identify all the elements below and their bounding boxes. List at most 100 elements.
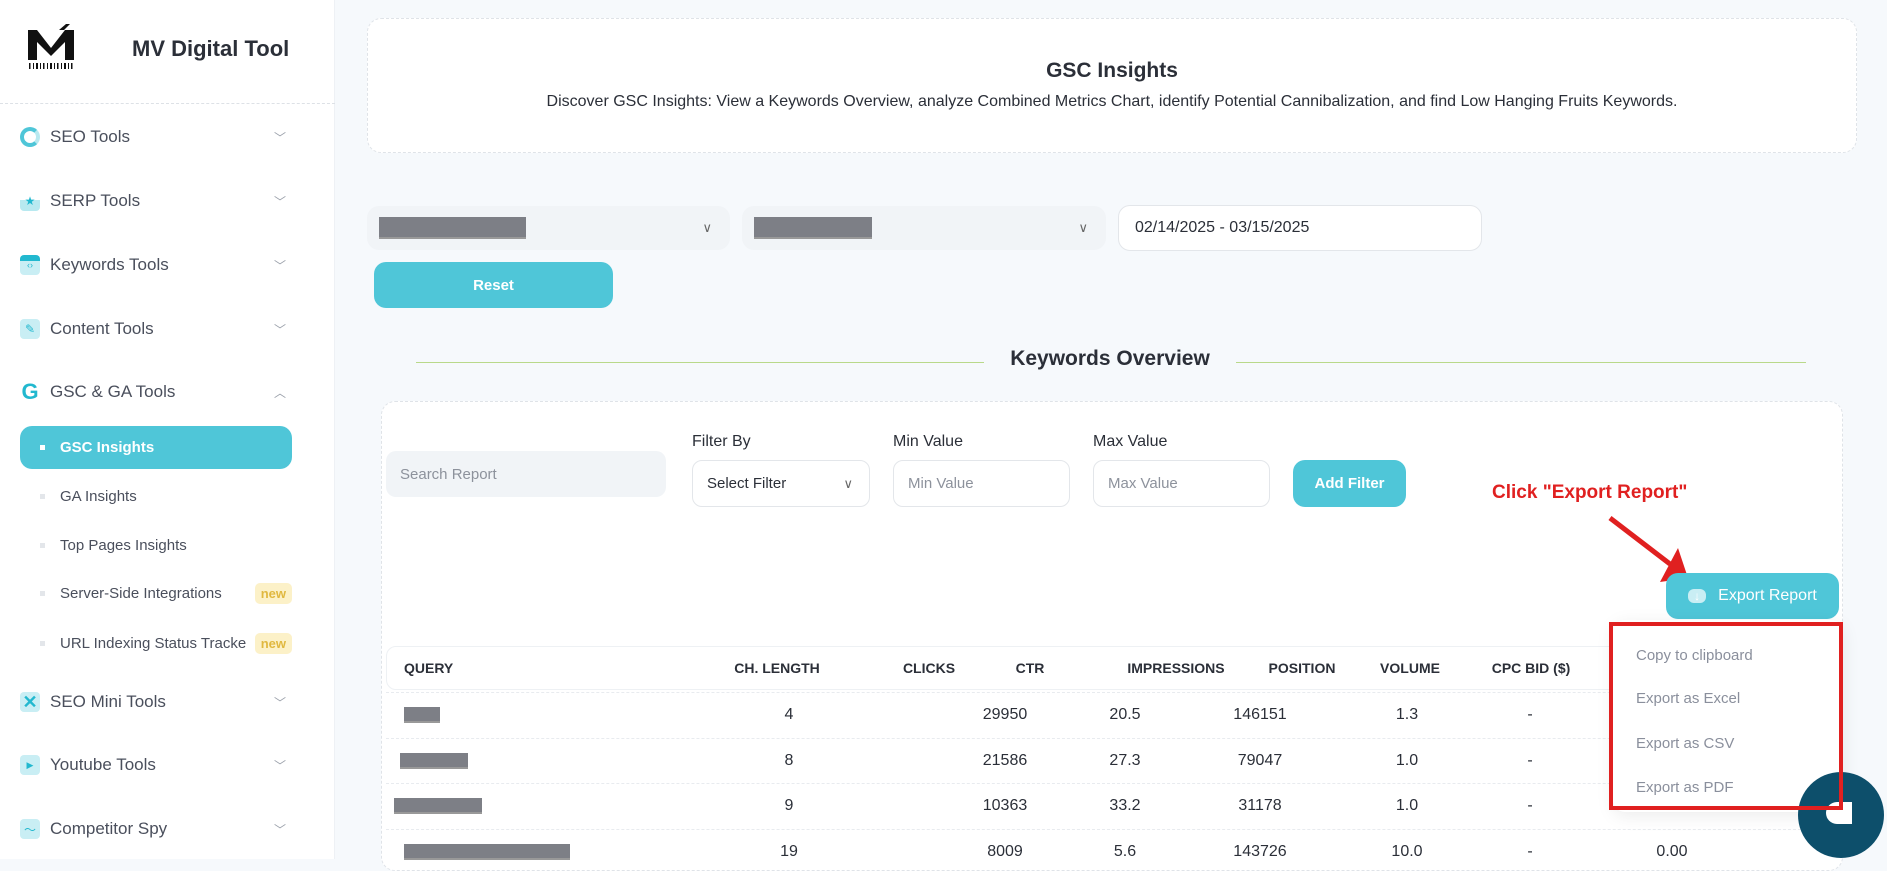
sidebar-item-gsc-ga-tools[interactable]: G GSC & GA Tools ︿ [20,372,292,412]
table-cell: 1.0 [1395,797,1419,814]
nav-label: GSC & GA Tools [50,382,176,401]
column-cpc-bid[interactable]: CPC BID ($) [1492,660,1571,676]
chevron-down-icon: ﹀ [273,194,286,209]
table-cell: 0.00 [1656,843,1688,860]
sub-label: URL Indexing Status Tracke [60,634,247,652]
bullet-icon [40,640,45,646]
table-cell: 20.5 [1109,706,1141,723]
new-badge: new [254,582,292,604]
sidebar-item-seo-mini-tools[interactable]: ✕ SEO Mini Tools ﹀ [20,682,292,722]
column-position[interactable]: POSITION [1269,660,1336,676]
table-cell: - [1527,843,1533,860]
brand-logo [28,24,74,69]
bullet-icon [40,542,45,548]
chevron-down-icon: ﹀ [273,130,286,145]
sidebar-divider [0,103,335,104]
new-badge: new [254,632,292,654]
chevron-down-icon: ﹀ [273,258,286,273]
column-clicks[interactable]: CLICKS [903,660,955,676]
export-label: Export Report [1718,587,1817,604]
table-cell: 33.2 [1109,797,1141,814]
filter-select-value: Select Filter [707,475,787,492]
bullet-icon [40,493,45,499]
table-cell: 10.0 [1391,843,1423,860]
filter-by-label: Filter By [692,433,751,450]
sidebar-item-keywords-tools[interactable]: ‹› Keywords Tools ﹀ [20,245,292,285]
table-cell: 29950 [982,706,1028,723]
google-g-icon: G [21,379,39,404]
redacted-query [404,707,440,723]
sidebar-item-ga-insights[interactable]: GA Insights [20,474,292,518]
chevron-down-icon: ﹀ [273,695,286,710]
table-cell: 19 [780,843,798,860]
pen-icon: ✎ [20,319,40,339]
table-cell: 143726 [1233,843,1287,860]
row-divider [386,829,1826,830]
bullet-icon [40,590,45,596]
export-report-button[interactable]: ↓ Export Report [1666,573,1839,619]
column-query[interactable]: QUERY [404,660,453,676]
reset-button[interactable]: Reset [374,262,613,308]
search-report-input[interactable]: Search Report [386,451,666,497]
table-cell: - [1527,752,1533,769]
add-filter-button[interactable]: Add Filter [1293,460,1406,507]
redacted-query [394,798,482,814]
table-cell: 4 [784,706,794,723]
donut-chart-icon [20,127,40,147]
redacted-value [754,217,872,239]
sidebar-item-serp-tools[interactable]: ★ SERP Tools ﹀ [20,181,292,221]
sidebar-item-seo-tools[interactable]: SEO Tools ﹀ [20,117,292,157]
date-range-input[interactable]: 02/14/2025 - 03/15/2025 [1118,205,1482,251]
heading-line-left [416,362,984,363]
table-cell: 146151 [1233,706,1287,723]
table-cell: 8 [784,752,794,769]
table-cell: 31178 [1238,797,1282,814]
chevron-down-icon: ∨ [1078,220,1088,235]
annotation-highlight-box [1609,622,1843,810]
bullet-icon [40,445,45,450]
sidebar: MV Digital Tool SEO Tools ﹀ ★ SERP Tools ﹀ … [0,0,335,859]
chevron-down-icon: ﹀ [273,822,286,837]
table-cell: 1.3 [1395,706,1419,723]
sidebar-item-gsc-insights[interactable]: GSC Insights [20,426,292,469]
podium-icon: ★ [20,191,40,211]
sub-label: Top Pages Insights [60,536,187,554]
brand-name: MV Digital Tool [132,36,290,61]
site-select[interactable]: ∨ [742,206,1106,250]
sidebar-item-server-side-integrations[interactable]: Server-Side Integrations new [20,571,292,615]
column-impressions[interactable]: IMPRESSIONS [1127,660,1224,676]
chevron-down-icon: ∨ [702,220,712,235]
play-icon: ▶ [20,755,40,775]
section-title: Keywords Overview [1010,347,1210,370]
redacted-value [379,217,526,239]
trend-icon: 〜 [20,819,40,839]
chevron-down-icon: ﹀ [273,758,286,773]
table-cell: 27.3 [1109,752,1141,769]
table-cell: 21586 [982,752,1028,769]
min-value-input[interactable]: Min Value [893,460,1070,507]
filter-select[interactable]: Select Filter ∨ [692,460,870,507]
sidebar-item-url-indexing[interactable]: URL Indexing Status Tracke new [20,621,292,665]
column-ctr[interactable]: CTR [1016,660,1045,676]
sub-label: GA Insights [60,487,137,505]
annotation-text: Click "Export Report" [1492,482,1688,503]
table-cell: 9 [784,797,794,814]
sidebar-item-content-tools[interactable]: ✎ Content Tools ﹀ [20,309,292,349]
max-value-input[interactable]: Max Value [1093,460,1270,507]
property-select[interactable]: ∨ [367,206,730,250]
nav-label: SEO Mini Tools [50,692,166,711]
code-window-icon: ‹› [20,255,40,275]
sidebar-item-top-pages-insights[interactable]: Top Pages Insights [20,523,292,567]
sidebar-item-competitor-spy[interactable]: 〜 Competitor Spy ﹀ [20,809,292,849]
min-value-label: Min Value [893,433,963,450]
sidebar-item-youtube-tools[interactable]: ▶ Youtube Tools ﹀ [20,745,292,785]
chevron-up-icon: ︿ [273,385,286,400]
heading-line-right [1236,362,1806,363]
nav-label: Competitor Spy [50,819,168,838]
redacted-query [404,844,570,860]
download-icon: ↓ [1688,589,1707,603]
chevron-down-icon: ﹀ [273,322,286,337]
column-volume[interactable]: VOLUME [1380,660,1440,676]
column-ch-length[interactable]: CH. LENGTH [734,660,820,676]
sub-label: GSC Insights [60,439,155,456]
